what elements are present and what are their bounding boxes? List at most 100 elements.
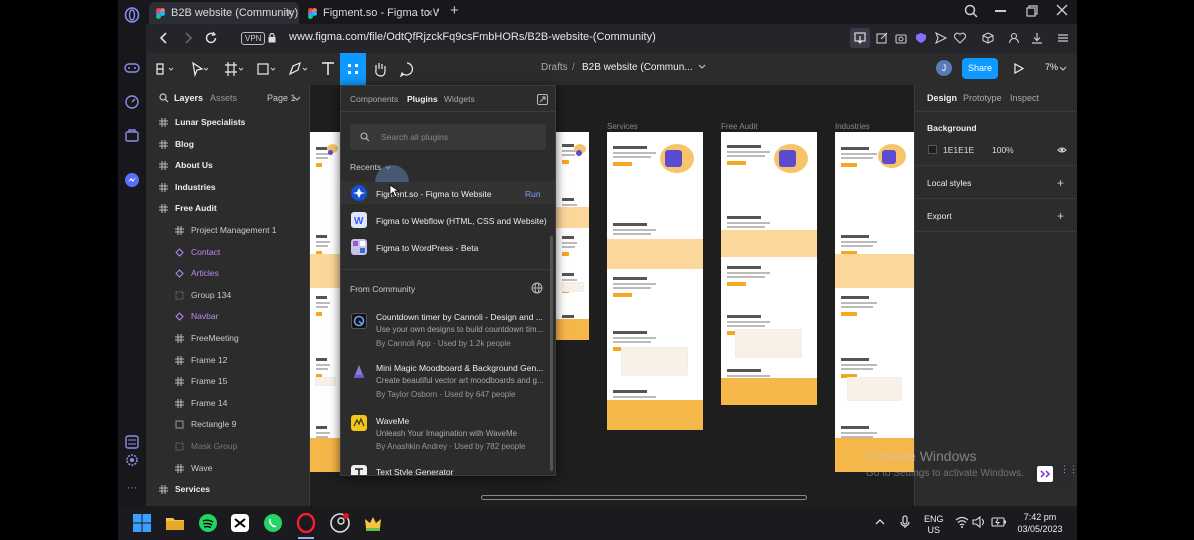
send-icon[interactable] [935, 32, 947, 44]
download-icon[interactable] [1031, 32, 1043, 44]
layer-row[interactable]: Free Audit [146, 198, 309, 219]
whatsapp-icon[interactable] [263, 513, 283, 533]
language-indicator[interactable]: ENG US [924, 514, 944, 536]
shield-icon[interactable] [915, 32, 927, 44]
tab-prototype[interactable]: Prototype [963, 93, 1002, 103]
layer-row[interactable]: About Us [146, 155, 309, 176]
hand-tool-icon[interactable] [372, 61, 388, 77]
windows-start-icon[interactable] [132, 513, 152, 533]
screen-recorder-widget[interactable]: ⋮⋮ [1033, 462, 1078, 486]
chevron-down-icon[interactable] [698, 63, 706, 71]
horizontal-scrollbar[interactable] [481, 495, 807, 500]
page-selector[interactable]: Page 1 [267, 93, 296, 103]
layer-row[interactable]: Wave [146, 458, 309, 479]
background-opacity[interactable]: 100% [992, 145, 1014, 155]
tray-chevron-icon[interactable] [875, 518, 885, 526]
plugin-row-moodboard[interactable]: Mini Magic Moodboard & Background Gen...… [341, 359, 555, 403]
comment-tool-icon[interactable] [399, 61, 415, 77]
globe-icon[interactable] [531, 282, 543, 294]
plugin-scrollbar[interactable] [550, 236, 553, 471]
frame-partial-behind-panel[interactable] [556, 132, 589, 340]
plugin-row-wordpress[interactable]: Figma to WordPress - Beta [341, 236, 555, 258]
layer-row[interactable]: Frame 12 [146, 350, 309, 371]
layer-row[interactable]: FreeMeeting [146, 328, 309, 349]
resources-tool-button[interactable] [340, 53, 366, 85]
settings-icon[interactable] [124, 452, 140, 468]
file-explorer-icon[interactable] [165, 513, 185, 533]
pen-tool-icon[interactable] [288, 61, 308, 77]
layer-row[interactable]: Mask Group [146, 436, 309, 457]
zoom-chevron-icon[interactable] [1059, 65, 1067, 73]
layer-row[interactable]: Project Management 1 [146, 220, 309, 241]
capcut-icon[interactable] [230, 513, 250, 533]
frame-industries[interactable] [835, 132, 914, 472]
lock-icon[interactable] [268, 33, 276, 43]
game-crown-icon[interactable] [363, 513, 383, 533]
restore-icon[interactable] [1026, 5, 1038, 17]
edit-icon[interactable] [876, 32, 888, 44]
layers-search-icon[interactable] [159, 93, 169, 103]
vpn-badge[interactable]: VPN [241, 32, 266, 45]
tab-assets[interactable]: Assets [210, 93, 237, 103]
layer-row[interactable]: Services [146, 479, 309, 500]
text-tool-icon[interactable] [320, 61, 336, 77]
breadcrumb-drafts[interactable]: Drafts [541, 62, 568, 73]
layer-row[interactable]: Group 134 [146, 285, 309, 306]
run-button[interactable]: Run [525, 189, 541, 199]
back-icon[interactable] [157, 31, 171, 45]
bag-icon[interactable] [124, 127, 140, 143]
layer-row[interactable]: Rectangle 9 [146, 414, 309, 435]
battery-icon[interactable] [991, 516, 1007, 528]
tab-b2b-website[interactable]: B2B website (Community) × [149, 2, 299, 24]
zoom-level[interactable]: 7% [1045, 62, 1058, 72]
tab-figment[interactable]: Figment.so - Figma to Web × [301, 2, 439, 24]
background-swatch[interactable] [928, 145, 937, 154]
search-icon[interactable] [964, 4, 978, 18]
add-style-icon[interactable]: + [1057, 176, 1064, 190]
new-tab-button[interactable]: + [450, 2, 459, 19]
move-tool-icon[interactable] [190, 61, 209, 77]
minimize-icon[interactable] [995, 10, 1006, 12]
reload-icon[interactable] [204, 31, 218, 45]
layer-row[interactable]: Frame 14 [146, 393, 309, 414]
speed-dial-icon[interactable] [124, 94, 140, 110]
eye-icon[interactable] [1057, 146, 1067, 154]
layer-row[interactable]: Frame 15 [146, 371, 309, 392]
shape-tool-icon[interactable] [256, 61, 276, 77]
file-name[interactable]: B2B website (Commun... [582, 62, 693, 73]
gamepad-icon[interactable] [124, 60, 140, 76]
layer-row[interactable]: Navbar [146, 306, 309, 327]
tab-inspect[interactable]: Inspect [1010, 93, 1039, 103]
present-icon[interactable] [1014, 63, 1024, 74]
profile-icon[interactable] [1008, 32, 1020, 44]
camera-icon[interactable] [895, 32, 907, 44]
heart-icon[interactable] [954, 32, 966, 44]
steam-icon[interactable] [330, 513, 350, 533]
frame-free-audit[interactable] [721, 132, 817, 405]
plugin-row-waveme[interactable]: WaveMe Unleash Your Imagination with Wav… [341, 410, 555, 454]
tab-plugins[interactable]: Plugins [407, 94, 438, 104]
frame-left-edge[interactable] [310, 132, 340, 472]
layer-row[interactable]: Lunar Specialists [146, 112, 309, 133]
layer-row[interactable]: Articles [146, 263, 309, 284]
tab-layers[interactable]: Layers [174, 93, 203, 103]
frame-tool-icon[interactable] [224, 61, 244, 77]
share-button[interactable]: Share [962, 58, 998, 79]
clock[interactable]: 7:42 pm 03/05/2023 [1013, 511, 1067, 535]
tab-widgets[interactable]: Widgets [444, 94, 475, 104]
layer-row[interactable]: Industries [146, 177, 309, 198]
microphone-icon[interactable] [900, 515, 910, 529]
page-chevron-icon[interactable] [293, 95, 301, 103]
more-icon[interactable]: ··· [124, 482, 140, 498]
tab-components[interactable]: Components [350, 94, 398, 104]
workspaces-icon[interactable] [124, 434, 140, 450]
plugin-row-figment[interactable]: Figment.so - Figma to Website Run [341, 182, 555, 204]
wifi-icon[interactable] [955, 516, 969, 528]
easy-setup-icon[interactable] [1057, 32, 1069, 44]
drag-handle-icon[interactable]: ⋮⋮ [1060, 465, 1078, 474]
frame-services[interactable] [607, 132, 703, 430]
avatar[interactable]: J [936, 60, 952, 76]
tab-design[interactable]: Design [927, 93, 957, 103]
install-app-icon[interactable] [850, 28, 870, 48]
opera-logo-icon[interactable] [124, 7, 140, 23]
